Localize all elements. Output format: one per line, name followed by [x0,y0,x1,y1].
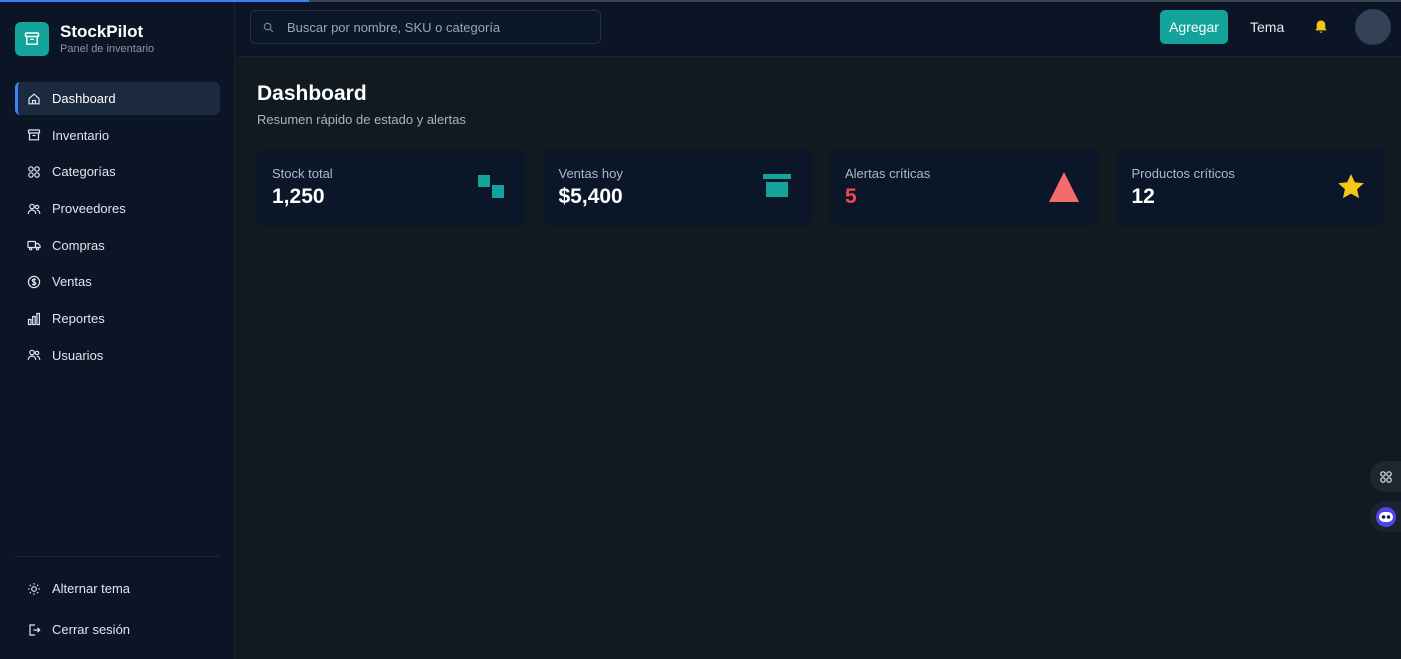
sidebar: StockPilot Panel de inventario Dashboard… [0,2,235,659]
grid-icon [1379,470,1392,483]
toggle-theme-label: Alternar tema [52,581,131,596]
page-subtitle: Resumen rápido de estado y alertas [257,112,466,127]
dollar-icon [27,275,41,289]
search-icon [263,22,274,32]
stat-card-value: 5 [845,185,857,208]
archive-icon [27,128,41,142]
stat-card-label: Stock total [272,166,333,181]
logout-icon [27,623,41,637]
stat-card-ventas-hoy: Ventas hoy $5,400 [543,149,812,226]
warning-triangle-icon [1049,172,1079,202]
stat-card-productos-criticos: Productos críticos 12 [1116,149,1385,226]
main-content: Dashboard Resumen rápido de estado y ale… [235,57,1401,659]
sidebar-item-label: Proveedores [52,201,126,217]
search-input[interactable] [287,19,587,35]
sidebar-bottom: Alternar tema Cerrar sesión [15,570,220,652]
sidebar-item-proveedores[interactable]: Proveedores [15,192,220,225]
sidebar-item-label: Dashboard [52,91,116,106]
bar-chart-icon [27,312,41,326]
sidebar-item-label: Ventas [52,274,92,290]
stat-card-value: $5,400 [558,185,623,208]
logout-button[interactable]: Cerrar sesión [15,611,220,648]
stat-card-label: Ventas hoy [558,166,623,181]
stat-cards: Stock total 1,250 Ventas hoy $5,400 Aler… [257,149,1401,226]
sidebar-item-label: Inventario [52,127,110,143]
sidebar-item-inventario[interactable]: Inventario [15,119,220,152]
toggle-theme-button[interactable]: Alternar tema [15,570,220,607]
archive-solid-icon [762,174,791,197]
sidebar-item-compras[interactable]: Compras [15,229,220,262]
sun-icon [27,582,41,596]
stat-card-stock-total: Stock total 1,250 [257,149,525,226]
floating-grid-button[interactable] [1370,461,1401,492]
add-button[interactable]: Agregar [1160,10,1228,44]
stat-card-value: 1,250 [272,185,325,208]
sidebar-item-dashboard[interactable]: Dashboard [15,82,220,115]
sidebar-item-label: Categorías [52,164,116,180]
blocks-icon [478,175,504,198]
sidebar-item-usuarios[interactable]: Usuarios [15,339,220,372]
brand-title: StockPilot [60,22,144,41]
users-icon [27,348,41,362]
sidebar-divider [15,556,220,557]
top-bar: Agregar Tema [235,2,1401,57]
sidebar-item-label: Compras [52,237,105,253]
home-icon [27,92,41,106]
floating-assistant-button[interactable] [1370,501,1401,532]
truck-icon [27,238,41,252]
sidebar-item-categorias[interactable]: Categorías [15,155,220,188]
stat-card-label: Productos críticos [1131,166,1235,181]
theme-button[interactable]: Tema [1240,10,1294,44]
assistant-bot-icon [1375,506,1396,527]
brand-subtitle: Panel de inventario [60,43,155,55]
sidebar-item-label: Reportes [52,311,105,327]
bell-icon[interactable] [1313,19,1329,35]
stat-card-alertas-criticas: Alertas críticas 5 [830,149,1098,226]
brand[interactable]: StockPilot Panel de inventario [15,22,154,56]
archive-box-icon [15,22,49,56]
users-icon [27,202,41,216]
search-box[interactable] [250,10,601,44]
sidebar-nav: Dashboard Inventario Categorías Proveedo… [15,82,220,376]
sidebar-item-ventas[interactable]: Ventas [15,265,220,298]
sidebar-item-label: Usuarios [52,347,104,363]
star-icon [1337,174,1364,199]
avatar[interactable] [1355,9,1391,45]
sidebar-item-reportes[interactable]: Reportes [15,302,220,335]
grid-icon [27,165,41,179]
logout-label: Cerrar sesión [52,622,131,637]
stat-card-value: 12 [1131,185,1155,208]
stat-card-label: Alertas críticas [845,166,931,181]
page-title: Dashboard [257,82,367,105]
